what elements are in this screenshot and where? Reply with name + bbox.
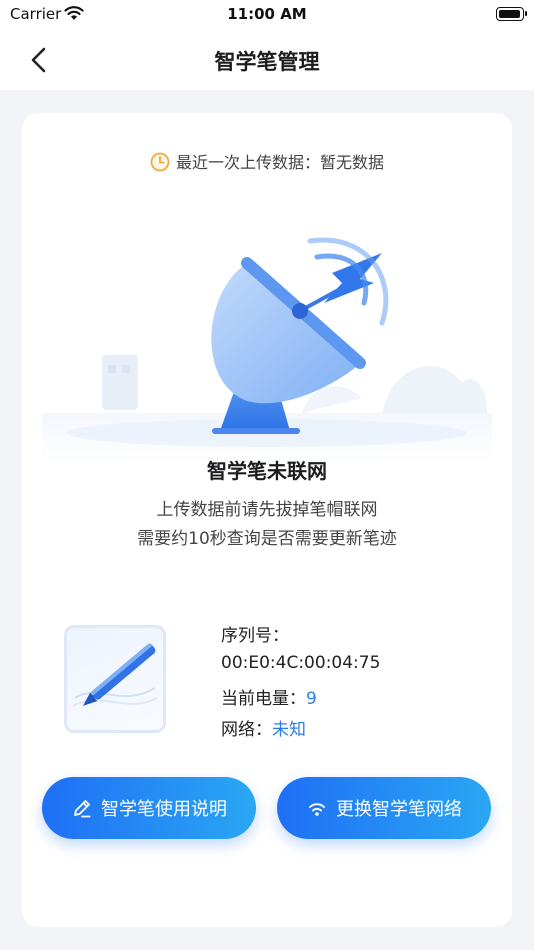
offline-description-line-2: 需要约10秒查询是否需要更新笔迹 xyxy=(137,529,397,549)
serial-number-label: 序列号： xyxy=(221,626,289,646)
status-time: 11:00 AM xyxy=(227,5,307,23)
clock-icon xyxy=(150,152,170,176)
pen-status-card: 最近一次上传数据：暂无数据 智学笔未联网 上传数据前请先拔掉笔帽联网 需要约10… xyxy=(22,113,512,927)
pen-guide-button[interactable]: 智学笔使用说明 xyxy=(42,777,256,839)
navigation-bar: 智学笔管理 xyxy=(0,30,534,90)
wifi-icon xyxy=(306,797,328,819)
page-title: 智学笔管理 xyxy=(214,50,320,74)
pen-thumbnail xyxy=(64,625,166,733)
battery-label: 当前电量： xyxy=(221,689,306,709)
network-row: 网络：未知 xyxy=(221,715,306,740)
change-network-label: 更换智学笔网络 xyxy=(336,799,462,820)
offline-description-line-1: 上传数据前请先拔掉笔帽联网 xyxy=(156,500,378,520)
change-network-button[interactable]: 更换智学笔网络 xyxy=(277,777,491,839)
network-value: 未知 xyxy=(272,720,306,740)
status-bar: Carrier 11:00 AM xyxy=(0,0,534,30)
serial-number-value: 00:E0:4C:00:04:75 xyxy=(221,653,381,673)
battery-value: 9 xyxy=(306,689,317,709)
offline-headline: 智学笔未联网 xyxy=(207,459,327,483)
pen-icon xyxy=(71,797,93,819)
network-label: 网络： xyxy=(221,720,272,740)
battery-icon xyxy=(496,7,527,21)
pen-guide-label: 智学笔使用说明 xyxy=(101,799,227,820)
last-upload-text: 最近一次上传数据：暂无数据 xyxy=(175,153,384,172)
battery-row: 当前电量：9 xyxy=(221,684,317,709)
last-upload-row: 最近一次上传数据：暂无数据 xyxy=(22,149,512,176)
